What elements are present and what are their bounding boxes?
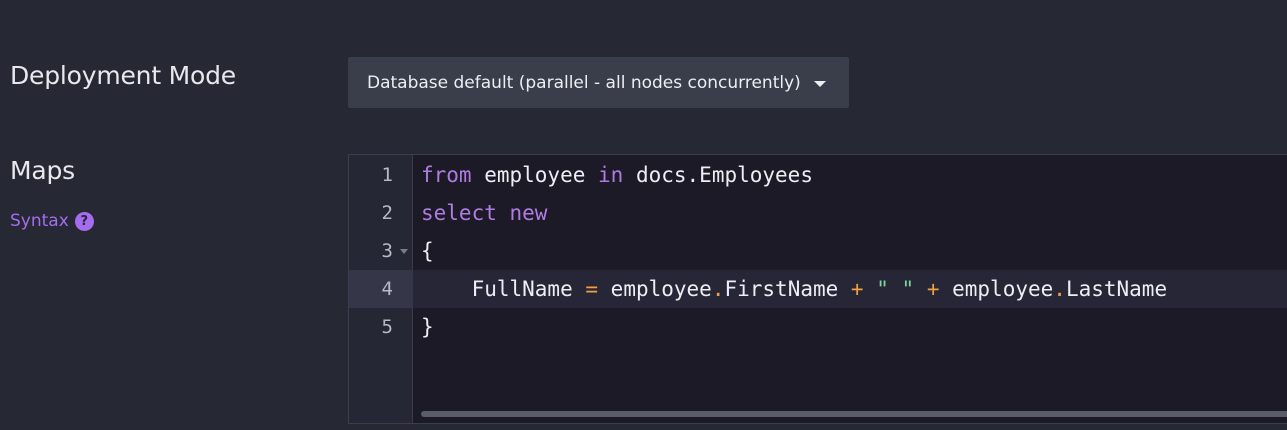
syntax-link-label: Syntax bbox=[10, 211, 69, 231]
code-token: } bbox=[421, 315, 434, 339]
code-token: employee bbox=[471, 163, 599, 187]
deployment-mode-selected-value: Database default (parallel - all nodes c… bbox=[367, 72, 801, 93]
line-number: 4 bbox=[349, 270, 413, 308]
line-number: 3 bbox=[349, 232, 413, 270]
code-token: FullName bbox=[421, 277, 586, 301]
code-token: select new bbox=[421, 201, 548, 225]
line-number-gutter: 1 2 34 5 bbox=[349, 155, 413, 423]
deployment-mode-dropdown[interactable]: Database default (parallel - all nodes c… bbox=[348, 57, 849, 108]
code-token: docs.Employees bbox=[623, 163, 813, 187]
caret-down-icon bbox=[813, 80, 826, 87]
code-line[interactable]: FullName = employee. FirstName + " " + em… bbox=[421, 270, 1168, 308]
code-line[interactable]: { bbox=[421, 232, 434, 270]
code-token: + bbox=[850, 277, 864, 301]
line-number: 5 bbox=[381, 316, 393, 338]
code-token: in bbox=[598, 163, 624, 187]
deployment-mode-label: Deployment Mode bbox=[10, 61, 236, 90]
horizontal-scrollbar[interactable] bbox=[421, 411, 1287, 417]
code-token: employee bbox=[939, 277, 1054, 301]
code-line[interactable]: } bbox=[421, 308, 434, 346]
code-token: " " bbox=[876, 277, 915, 301]
code-token: { bbox=[421, 239, 434, 263]
code-token: employee bbox=[598, 277, 712, 301]
map-code-editor[interactable]: 1 2 34 5 from employee in docs.Employees sel… bbox=[348, 154, 1287, 424]
code-token: LastName bbox=[1065, 277, 1168, 301]
syntax-help-link[interactable]: Syntax ? bbox=[10, 211, 94, 231]
fold-toggle-icon[interactable] bbox=[400, 249, 408, 254]
line-number: 2 bbox=[381, 202, 393, 224]
maps-label: Maps bbox=[10, 156, 75, 185]
code-token: FirstName bbox=[724, 277, 851, 301]
code-token: . bbox=[711, 277, 725, 301]
code-token: . bbox=[1053, 277, 1066, 301]
index-editor-panel: Deployment Mode Database default (parall… bbox=[0, 0, 1287, 430]
code-token: + bbox=[926, 277, 940, 301]
question-mark-icon[interactable]: ? bbox=[74, 211, 94, 231]
line-number: 1 bbox=[381, 164, 393, 186]
code-token: = bbox=[585, 277, 599, 301]
code-line[interactable]: from employee in docs.Employees bbox=[421, 156, 813, 194]
code-token: from bbox=[421, 163, 472, 187]
code-line[interactable]: select new bbox=[421, 194, 547, 232]
